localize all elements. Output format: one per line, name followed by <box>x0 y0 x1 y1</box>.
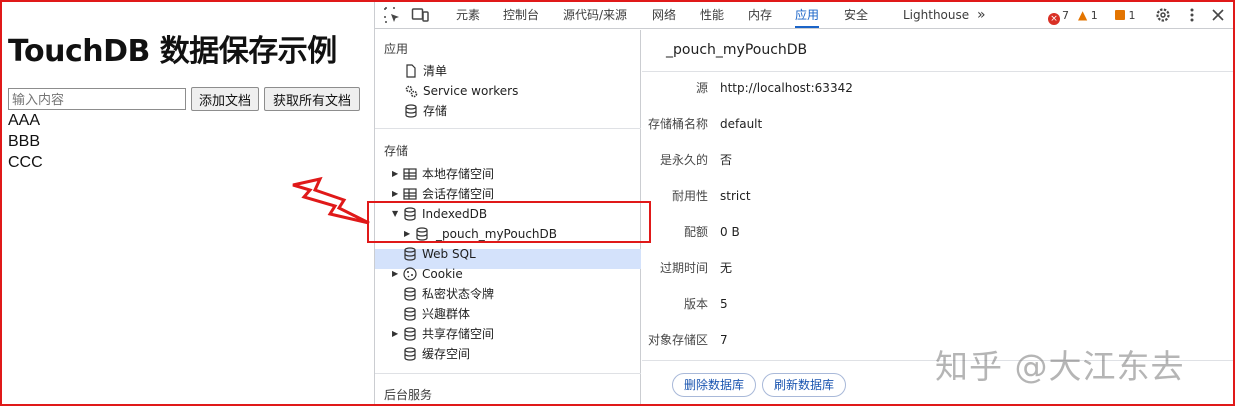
detail-row-quota: 配额 0 B <box>683 225 740 239</box>
add-document-button[interactable]: 添加文档 <box>191 87 259 111</box>
page-heading: TouchDB 数据保存示例 <box>8 34 337 69</box>
database-icon <box>404 307 416 321</box>
database-icon <box>404 287 416 301</box>
database-icon <box>404 327 416 341</box>
table-icon <box>403 168 417 180</box>
list-item: BBB <box>8 133 41 150</box>
error-icon: × <box>1048 13 1060 25</box>
warning-icon: ▲ <box>1078 8 1088 22</box>
error-count-badge[interactable]: × 7 <box>1048 8 1069 25</box>
expand-arrow-icon[interactable]: ▶ <box>392 264 402 284</box>
refresh-database-button[interactable]: 刷新数据库 <box>762 373 847 397</box>
file-icon <box>406 64 416 78</box>
tab-lighthouse[interactable]: Lighthouse <box>903 2 969 28</box>
expand-arrow-icon[interactable]: ▶ <box>392 324 402 344</box>
tab-memory[interactable]: 内存 <box>748 2 772 28</box>
delete-database-button[interactable]: 删除数据库 <box>672 373 757 397</box>
list-item: AAA <box>8 112 41 129</box>
section-application: 应用 <box>384 42 409 56</box>
issues-count-badge[interactable]: 1 <box>1115 8 1136 23</box>
tab-sources[interactable]: 源代码/来源 <box>563 2 627 28</box>
divider <box>375 128 641 129</box>
tab-performance[interactable]: 性能 <box>700 2 724 28</box>
content-input[interactable] <box>8 88 186 110</box>
table-icon <box>403 188 417 200</box>
section-storage: 存储 <box>384 144 409 158</box>
cookie-icon <box>403 267 417 281</box>
list-item: CCC <box>8 154 43 171</box>
lightning-arrow-icon <box>292 176 370 225</box>
divider <box>642 71 1234 72</box>
settings-gear-icon[interactable] <box>1154 6 1172 24</box>
watermark: 知乎 @大江东去 <box>935 347 1185 386</box>
detail-row-expiration: 过期时间无 <box>659 261 733 275</box>
detail-row-version: 版本 5 <box>683 297 728 311</box>
database-icon <box>405 104 417 118</box>
issues-icon <box>1115 10 1125 20</box>
database-icon <box>404 347 416 361</box>
tab-elements[interactable]: 元素 <box>456 2 480 28</box>
tab-console[interactable]: 控制台 <box>503 2 539 28</box>
warning-count-badge[interactable]: ▲ 1 <box>1078 8 1098 23</box>
tab-network[interactable]: 网络 <box>652 2 676 28</box>
database-title: _pouch_myPouchDB <box>666 42 808 58</box>
detail-row-origin: 源 http://localhost:63342 <box>695 81 853 95</box>
annotation-highlight-box <box>367 201 651 243</box>
detail-row-bucket-name: 存储桶名称 default <box>647 117 763 131</box>
tab-application[interactable]: 应用 <box>795 2 820 28</box>
database-icon <box>404 247 416 261</box>
more-options-icon[interactable] <box>1183 6 1201 24</box>
devtools-tabbar: 元素 控制台 源代码/来源 网络 性能 内存 应用 安全 Lighthouse … <box>375 2 1234 29</box>
expand-arrow-icon[interactable]: ▶ <box>392 164 402 184</box>
tab-security[interactable]: 安全 <box>844 2 868 28</box>
get-all-documents-button[interactable]: 获取所有文档 <box>264 87 360 111</box>
document-list: AAA BBB CCC <box>8 110 43 173</box>
inspect-element-icon[interactable] <box>383 6 401 24</box>
section-background-services: 后台服务 <box>384 388 433 402</box>
gears-icon <box>405 85 418 98</box>
detail-row-durability: 耐用性 strict <box>671 189 751 203</box>
more-tabs-chevron-icon[interactable]: » <box>977 2 986 28</box>
detail-row-persistent: 是永久的否 <box>659 153 733 167</box>
device-toolbar-icon[interactable] <box>411 6 429 24</box>
close-icon[interactable] <box>1209 6 1227 24</box>
divider <box>375 373 641 374</box>
